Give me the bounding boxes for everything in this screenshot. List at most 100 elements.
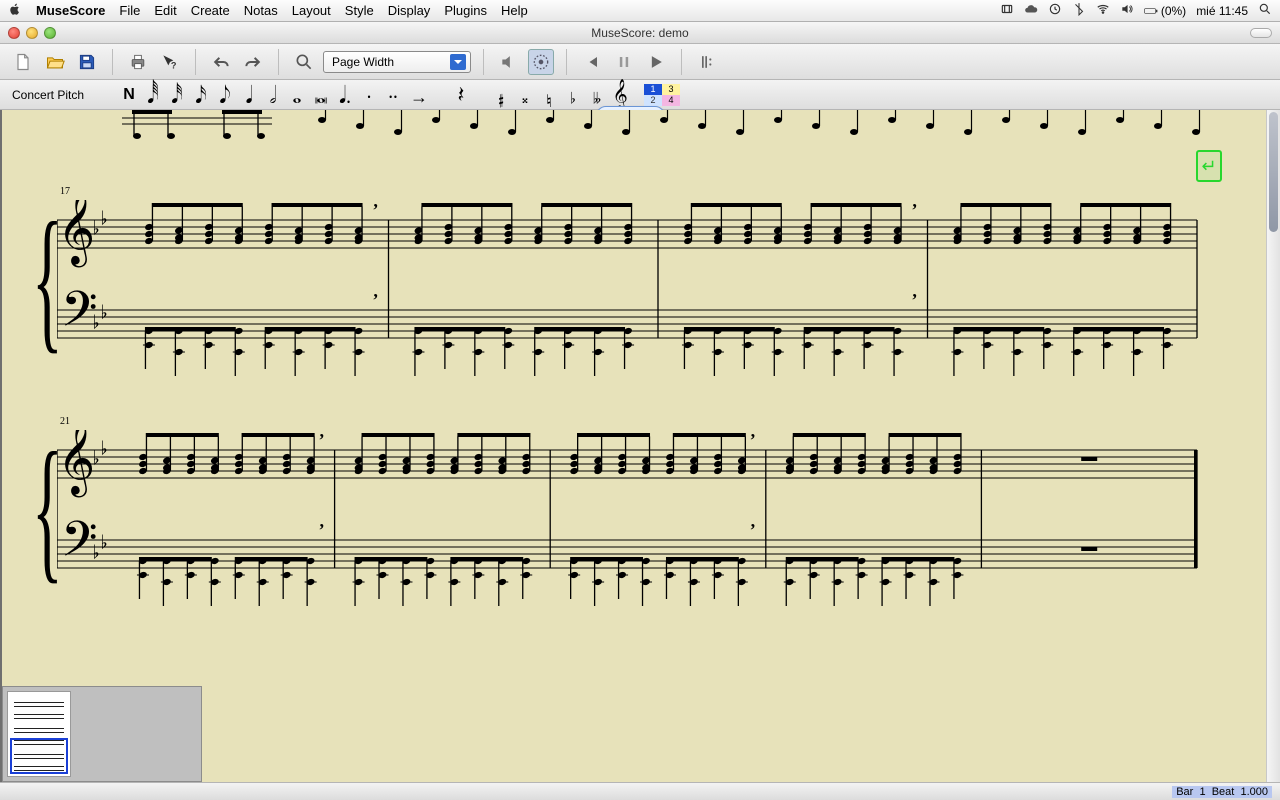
svg-text:?: ? [171,60,177,70]
svg-text:’: ’ [750,430,756,450]
duration-breve[interactable]: 𝅜 [314,86,328,104]
new-file-button[interactable] [10,49,36,75]
flat-button[interactable]: ♭ [566,86,580,104]
play-button[interactable] [643,49,669,75]
menu-display[interactable]: Display [388,3,431,18]
save-button[interactable] [74,49,100,75]
bluetooth-icon[interactable] [1072,2,1086,19]
status-tray-icon[interactable] [1000,2,1014,19]
sharp-button[interactable]: 𝄪 [518,86,532,104]
navigator-panel[interactable] [2,686,202,782]
svg-text:♭: ♭ [101,430,108,463]
menu-plugins[interactable]: Plugins [444,3,487,18]
menu-style[interactable]: Style [345,3,374,18]
svg-text:♭: ♭ [93,527,100,567]
staff-system-2[interactable]: 𝄞𝄢♭♭♭♭’’’’ [57,430,1207,620]
wifi-icon[interactable] [1096,2,1110,19]
duration-16th[interactable]: 𝅘𝅥𝅯 [194,86,208,104]
menu-create[interactable]: Create [191,3,230,18]
dot-single[interactable]: · [362,86,376,104]
score-page[interactable]: ↵ 17 { 𝄞𝄢♭♭♭♭’’’’ [2,110,1266,782]
cloud-icon[interactable] [1024,2,1038,19]
battery-icon[interactable]: (0%) [1144,4,1186,18]
whatsthis-button[interactable]: ? [157,49,183,75]
dropdown-arrow-icon [450,54,466,70]
app-name[interactable]: MuseScore [36,3,105,18]
workspace: ↵ 17 { 𝄞𝄢♭♭♭♭’’’’ [0,110,1280,782]
duration-8th[interactable]: 𝅘𝅥𝅮 [218,86,232,104]
apple-icon[interactable] [8,2,22,19]
svg-text:♭: ♭ [93,297,100,337]
menu-file[interactable]: File [119,3,140,18]
menu-layout[interactable]: Layout [292,3,331,18]
note-input-mode-button[interactable]: N [122,87,136,103]
navigator-viewport[interactable] [10,738,68,774]
status-beat-label: Beat [1212,786,1235,798]
score-view[interactable]: ↵ 17 { 𝄞𝄢♭♭♭♭’’’’ [0,110,1280,782]
duration-quarter[interactable]: 𝅘𝅥 [242,86,256,104]
svg-text:’: ’ [750,520,756,540]
main-toolbar: ? Page Width [0,44,1280,80]
duration-half[interactable]: 𝅗𝅥 [266,86,280,104]
voice-1[interactable]: 1 [644,84,662,95]
clock[interactable]: mié 11:45 [1196,4,1248,18]
duration-32nd[interactable]: 𝅘𝅥𝅰 [170,86,184,104]
concert-pitch-toggle[interactable]: Concert Pitch [12,88,84,102]
double-flat-button[interactable]: 𝄫 [590,86,604,104]
vertical-scrollbar[interactable] [1266,110,1280,782]
print-button[interactable] [125,49,151,75]
spotlight-icon[interactable] [1258,2,1272,19]
duration-64th[interactable]: 𝅘𝅥𝅱 [146,86,160,104]
svg-text:♭: ♭ [93,203,100,243]
rewind-button[interactable] [579,49,605,75]
svg-text:♭: ♭ [101,287,108,327]
duration-dotted[interactable]: 𝅘𝅥. [338,86,352,104]
rest-button[interactable]: 𝄽 [454,86,468,104]
window-toolbar-pill[interactable] [1250,28,1272,38]
metronome-button[interactable] [528,49,554,75]
voice-2[interactable]: 2 [644,95,662,106]
menu-edit[interactable]: Edit [154,3,176,18]
status-bar: Bar 1 Beat 1.000 [0,782,1280,800]
window-titlebar: MuseScore: demo [0,22,1280,44]
tie-button[interactable]: → [410,86,428,104]
svg-text:♭: ♭ [93,433,100,473]
duration-whole[interactable]: 𝅝 [290,86,304,104]
navigator-empty-area [77,691,197,777]
navigator-page-1[interactable] [7,691,71,777]
zoom-icon[interactable] [291,49,317,75]
zoom-select[interactable]: Page Width [323,51,471,73]
svg-text:’: ’ [319,520,325,540]
scrollbar-thumb[interactable] [1269,112,1278,232]
status-bar-value: 1 [1199,786,1205,798]
timemachine-icon[interactable] [1048,2,1062,19]
staff-system-1[interactable]: 𝄞𝄢♭♭♭♭’’’’ [57,200,1207,390]
dot-double[interactable]: ·· [386,86,400,104]
pause-button[interactable] [611,49,637,75]
voice-3[interactable]: 3 [662,84,680,95]
voice-selector[interactable]: 1 3 2 4 [644,84,680,106]
volume-icon[interactable] [1120,2,1134,19]
window-title: MuseScore: demo [0,26,1280,40]
mac-menubar: MuseScore File Edit Create Notas Layout … [0,0,1280,22]
section-end-marker[interactable]: ↵ [1196,150,1222,182]
natural-button[interactable]: ♮ [542,86,556,104]
partial-staff-top [62,110,1212,150]
voice-4[interactable]: 4 [662,95,680,106]
flip-stem-button[interactable]: 𝄞 [614,86,628,104]
sound-button[interactable] [496,49,522,75]
menu-notas[interactable]: Notas [244,3,278,18]
undo-button[interactable] [208,49,234,75]
zoom-select-label: Page Width [332,55,394,69]
svg-text:♭: ♭ [101,200,108,233]
svg-text:’: ’ [912,290,918,310]
repeat-toggle-button[interactable] [694,49,720,75]
redo-button[interactable] [240,49,266,75]
double-sharp-button[interactable]: ♯ [494,86,508,104]
svg-text:’: ’ [319,430,325,450]
svg-text:𝄞: 𝄞 [63,430,94,498]
open-file-button[interactable] [42,49,68,75]
svg-text:’: ’ [373,200,379,220]
menu-help[interactable]: Help [501,3,528,18]
status-beat-value: 1.000 [1240,786,1268,798]
